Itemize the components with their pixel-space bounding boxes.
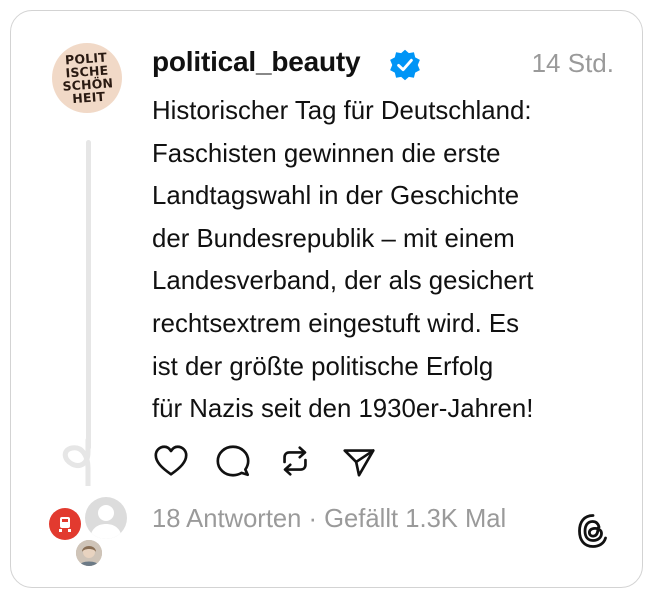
thread-loop	[62, 438, 91, 486]
author-username[interactable]: political_beauty	[152, 46, 361, 78]
replier-photo-icon	[76, 540, 102, 566]
post-line: Landesverband, der als gesichert	[152, 267, 534, 296]
thread-line	[86, 140, 91, 450]
post-body: Historischer Tag für Deutschland: Faschi…	[152, 90, 622, 431]
verified-badge-icon	[390, 49, 420, 81]
comment-icon[interactable]	[214, 442, 252, 480]
replier-avatar[interactable]	[85, 497, 127, 539]
post-line: Historischer Tag für Deutschland:	[152, 97, 532, 125]
default-user-icon	[90, 505, 122, 539]
replier-avatar[interactable]	[49, 508, 81, 540]
post-line: für Nazis seit den 1930er-Jahren!	[152, 395, 534, 424]
repost-icon[interactable]	[276, 442, 314, 480]
post-line: rechtsextrem eingestuft wird. Es	[152, 309, 520, 338]
send-icon[interactable]	[340, 442, 378, 480]
post-line: Landtagswahl in der Geschichte	[152, 182, 520, 211]
author-avatar[interactable]: POLIT ISCHE SCHÖN HEIT	[52, 43, 122, 113]
threads-logo-icon[interactable]	[577, 513, 609, 549]
post-line: Faschisten gewinnen die erste	[152, 139, 501, 168]
post-line: der Bundesrepublik – mit einem	[152, 224, 515, 253]
heart-icon[interactable]	[152, 442, 190, 480]
replier-logo-icon	[59, 517, 71, 532]
avatar-logo-text: POLIT ISCHE SCHÖN HEIT	[61, 49, 114, 107]
post-timestamp[interactable]: 14 Std.	[532, 48, 614, 79]
post-stats[interactable]: 18 Antworten · Gefällt 1.3K Mal	[152, 505, 506, 534]
post-line: ist der größte politische Erfolg	[152, 352, 494, 381]
replier-avatar[interactable]	[76, 540, 102, 566]
